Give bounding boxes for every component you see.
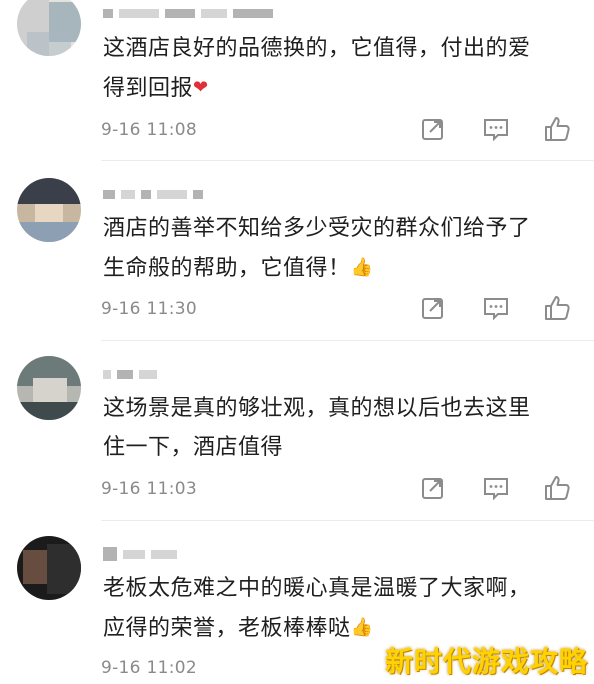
thumbs-up-icon[interactable] [542,293,572,323]
reply-icon[interactable] [481,473,511,503]
timestamp: 9-16 11:02 [101,658,197,678]
comment-text: 这酒店良好的品德换的，它值得，付出的爱 得到回报❤ [103,29,583,108]
heart-emoji-icon: ❤ [193,77,209,98]
share-icon[interactable] [418,293,448,323]
thumbs-up-emoji-icon: 👍 [350,617,374,638]
avatar[interactable] [17,536,81,600]
comment-text: 老板太危难之中的暖心真是温暖了大家啊， 应得的荣誉，老板棒棒哒👍 [103,569,583,648]
avatar[interactable] [17,0,81,56]
username-redacted[interactable] [103,544,177,564]
username-redacted[interactable] [103,3,273,23]
comment-text-line: 老板太危难之中的暖心真是温暖了大家啊， [103,576,531,601]
username-redacted[interactable] [103,184,203,204]
comment-text: 酒店的善举不知给多少受灾的群众们给予了 生命般的帮助，它值得！👍 [103,209,583,288]
comment-actions [0,293,594,323]
share-icon[interactable] [418,473,448,503]
thumbs-up-icon[interactable] [542,473,572,503]
avatar[interactable] [17,178,81,242]
comment-actions [0,114,594,144]
reply-icon[interactable] [481,293,511,323]
comment-text-line: 酒店的善举不知给多少受灾的群众们给予了 [103,216,531,241]
thumbs-up-icon[interactable] [542,114,572,144]
comment-text-line: 生命般的帮助，它值得！👍 [103,256,374,281]
divider [101,160,594,161]
share-icon[interactable] [418,114,448,144]
watermark: 新时代游戏攻略 [385,645,589,678]
reply-icon[interactable] [481,114,511,144]
comment-feed: 这酒店良好的品德换的，它值得，付出的爱 得到回报❤ 9-16 11:08 酒店的… [0,0,594,684]
divider [101,520,594,521]
comment-text-line: 这场景是真的够壮观，真的想以后也去这里 [103,396,531,421]
comment-text-line: 得到回报❤ [103,76,209,101]
comment-text-line: 这酒店良好的品德换的，它值得，付出的爱 [103,36,531,61]
comment-text: 这场景是真的够壮观，真的想以后也去这里 住一下，酒店值得 [103,389,583,467]
divider [101,340,594,341]
username-redacted[interactable] [103,364,157,384]
thumbs-up-emoji-icon: 👍 [350,257,374,278]
comment-text-line: 住一下，酒店值得 [103,435,284,460]
avatar[interactable] [17,356,81,420]
comment-actions [0,473,594,503]
